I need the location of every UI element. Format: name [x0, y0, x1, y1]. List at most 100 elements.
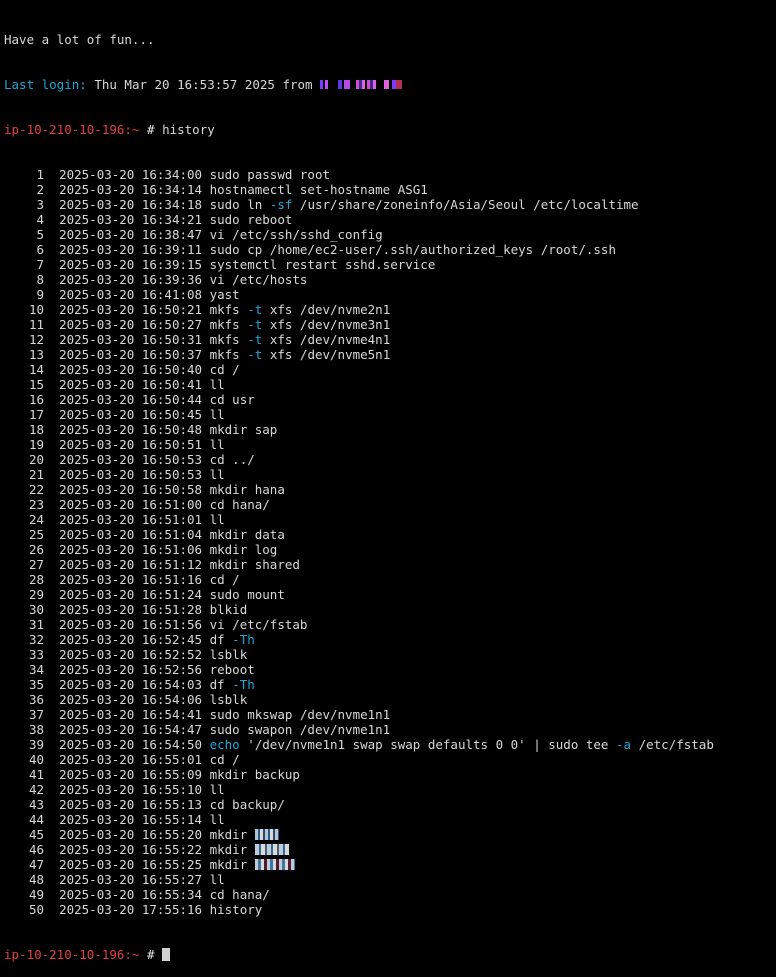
active-prompt-line[interactable]: ip-10-210-10-196:~ #	[4, 947, 776, 962]
history-command: mkdir sap	[209, 422, 278, 437]
history-row: 10 2025-03-20 16:50:21 mkfs -t xfs /dev/…	[4, 302, 776, 317]
history-timestamp: 2025-03-20 16:39:15	[59, 257, 203, 272]
history-row: 23 2025-03-20 16:51:00 cd hana/	[4, 497, 776, 512]
history-command: sudo mkswap /dev/nvme1n1	[209, 707, 391, 722]
history-output: 1 2025-03-20 16:34:00 sudo passwd root 2 …	[4, 167, 776, 917]
history-number: 45	[28, 827, 44, 842]
history-row: 17 2025-03-20 16:50:45 ll	[4, 407, 776, 422]
history-number: 18	[28, 422, 44, 437]
history-command: cd /	[209, 572, 240, 587]
history-number: 43	[28, 797, 44, 812]
history-number: 4	[36, 212, 44, 227]
history-row: 26 2025-03-20 16:51:06 mkdir log	[4, 542, 776, 557]
history-command-args: xfs /dev/nvme2n1	[262, 302, 391, 317]
history-option-flag: -t	[247, 302, 263, 317]
history-timestamp: 2025-03-20 16:50:31	[59, 332, 203, 347]
history-number: 17	[28, 407, 44, 422]
history-command: cd backup/	[209, 797, 285, 812]
history-command: mkdir shared	[209, 557, 300, 572]
history-command: vi /etc/ssh/sshd_config	[209, 227, 383, 242]
history-row: 4 2025-03-20 16:34:21 sudo reboot	[4, 212, 776, 227]
redacted-directory-name	[254, 859, 295, 870]
history-row: 43 2025-03-20 16:55:13 cd backup/	[4, 797, 776, 812]
history-number: 41	[28, 767, 44, 782]
last-login-line: Last login: Thu Mar 20 16:53:57 2025 fro…	[4, 77, 776, 92]
history-command: mkfs	[209, 332, 248, 347]
history-row: 7 2025-03-20 16:39:15 systemctl restart …	[4, 257, 776, 272]
history-option-flag: -Th	[232, 632, 255, 647]
history-command: cd /	[209, 362, 240, 377]
history-row: 30 2025-03-20 16:51:28 blkid	[4, 602, 776, 617]
text-cursor[interactable]	[162, 948, 171, 961]
history-option-flag: -t	[247, 347, 263, 362]
history-row: 1 2025-03-20 16:34:00 sudo passwd root	[4, 167, 776, 182]
history-timestamp: 2025-03-20 16:52:56	[59, 662, 203, 677]
history-command: mkfs	[209, 317, 248, 332]
history-number: 27	[28, 557, 44, 572]
history-timestamp: 2025-03-20 16:52:52	[59, 647, 203, 662]
history-number: 23	[28, 497, 44, 512]
terminal-window[interactable]: Have a lot of fun... Last login: Thu Mar…	[0, 0, 776, 962]
history-number: 39	[28, 737, 44, 752]
history-number: 8	[36, 272, 44, 287]
history-timestamp: 2025-03-20 16:51:06	[59, 542, 203, 557]
history-row: 39 2025-03-20 16:54:50 echo '/dev/nvme1n…	[4, 737, 776, 752]
history-command: cd usr	[209, 392, 255, 407]
history-timestamp: 2025-03-20 16:51:56	[59, 617, 203, 632]
history-number: 42	[28, 782, 44, 797]
history-row: 34 2025-03-20 16:52:56 reboot	[4, 662, 776, 677]
history-option-flag: -sf	[269, 197, 293, 212]
history-number: 20	[28, 452, 44, 467]
history-command: yast	[209, 287, 240, 302]
history-number: 37	[28, 707, 44, 722]
history-timestamp: 2025-03-20 17:55:16	[59, 902, 203, 917]
history-row: 8 2025-03-20 16:39:36 vi /etc/hosts	[4, 272, 776, 287]
history-option-flag: -t	[247, 332, 263, 347]
history-command: cd hana/	[209, 887, 270, 902]
history-timestamp: 2025-03-20 16:55:10	[59, 782, 203, 797]
history-command: ll	[209, 782, 225, 797]
history-row: 3 2025-03-20 16:34:18 sudo ln -sf /usr/s…	[4, 197, 776, 212]
history-command: ll	[209, 812, 225, 827]
history-number: 50	[28, 902, 44, 917]
history-timestamp: 2025-03-20 16:55:01	[59, 752, 203, 767]
history-number: 33	[28, 647, 44, 662]
history-row: 5 2025-03-20 16:38:47 vi /etc/ssh/sshd_c…	[4, 227, 776, 242]
history-number: 19	[28, 437, 44, 452]
history-timestamp: 2025-03-20 16:52:45	[59, 632, 203, 647]
history-number: 44	[28, 812, 44, 827]
history-timestamp: 2025-03-20 16:34:14	[59, 182, 203, 197]
history-timestamp: 2025-03-20 16:55:09	[59, 767, 203, 782]
history-command: ll	[209, 872, 225, 887]
history-command: vi /etc/fstab	[209, 617, 308, 632]
history-option-flag: -a	[616, 737, 632, 752]
history-timestamp: 2025-03-20 16:50:53	[59, 452, 203, 467]
history-timestamp: 2025-03-20 16:50:51	[59, 437, 203, 452]
history-timestamp: 2025-03-20 16:55:20	[59, 827, 203, 842]
history-timestamp: 2025-03-20 16:50:41	[59, 377, 203, 392]
history-row: 24 2025-03-20 16:51:01 ll	[4, 512, 776, 527]
last-login-label: Last login:	[4, 77, 87, 92]
history-row: 22 2025-03-20 16:50:58 mkdir hana	[4, 482, 776, 497]
history-number: 5	[36, 227, 44, 242]
history-number: 40	[28, 752, 44, 767]
history-timestamp: 2025-03-20 16:50:37	[59, 347, 203, 362]
history-command: mkdir data	[209, 527, 285, 542]
history-command: lsblk	[209, 692, 248, 707]
history-row: 40 2025-03-20 16:55:01 cd /	[4, 752, 776, 767]
typed-command: history	[162, 122, 215, 137]
history-number: 11	[28, 317, 44, 332]
history-command: lsblk	[209, 647, 248, 662]
history-timestamp: 2025-03-20 16:51:12	[59, 557, 203, 572]
history-command: sudo reboot	[209, 212, 293, 227]
history-number: 46	[28, 842, 44, 857]
history-command: mkfs	[209, 302, 248, 317]
history-row: 21 2025-03-20 16:50:53 ll	[4, 467, 776, 482]
history-row: 36 2025-03-20 16:54:06 lsblk	[4, 692, 776, 707]
history-row: 28 2025-03-20 16:51:16 cd /	[4, 572, 776, 587]
history-number: 16	[28, 392, 44, 407]
history-timestamp: 2025-03-20 16:54:03	[59, 677, 203, 692]
history-command-args: xfs /dev/nvme5n1	[262, 347, 391, 362]
history-timestamp: 2025-03-20 16:34:18	[59, 197, 203, 212]
history-command: sudo swapon /dev/nvme1n1	[209, 722, 391, 737]
